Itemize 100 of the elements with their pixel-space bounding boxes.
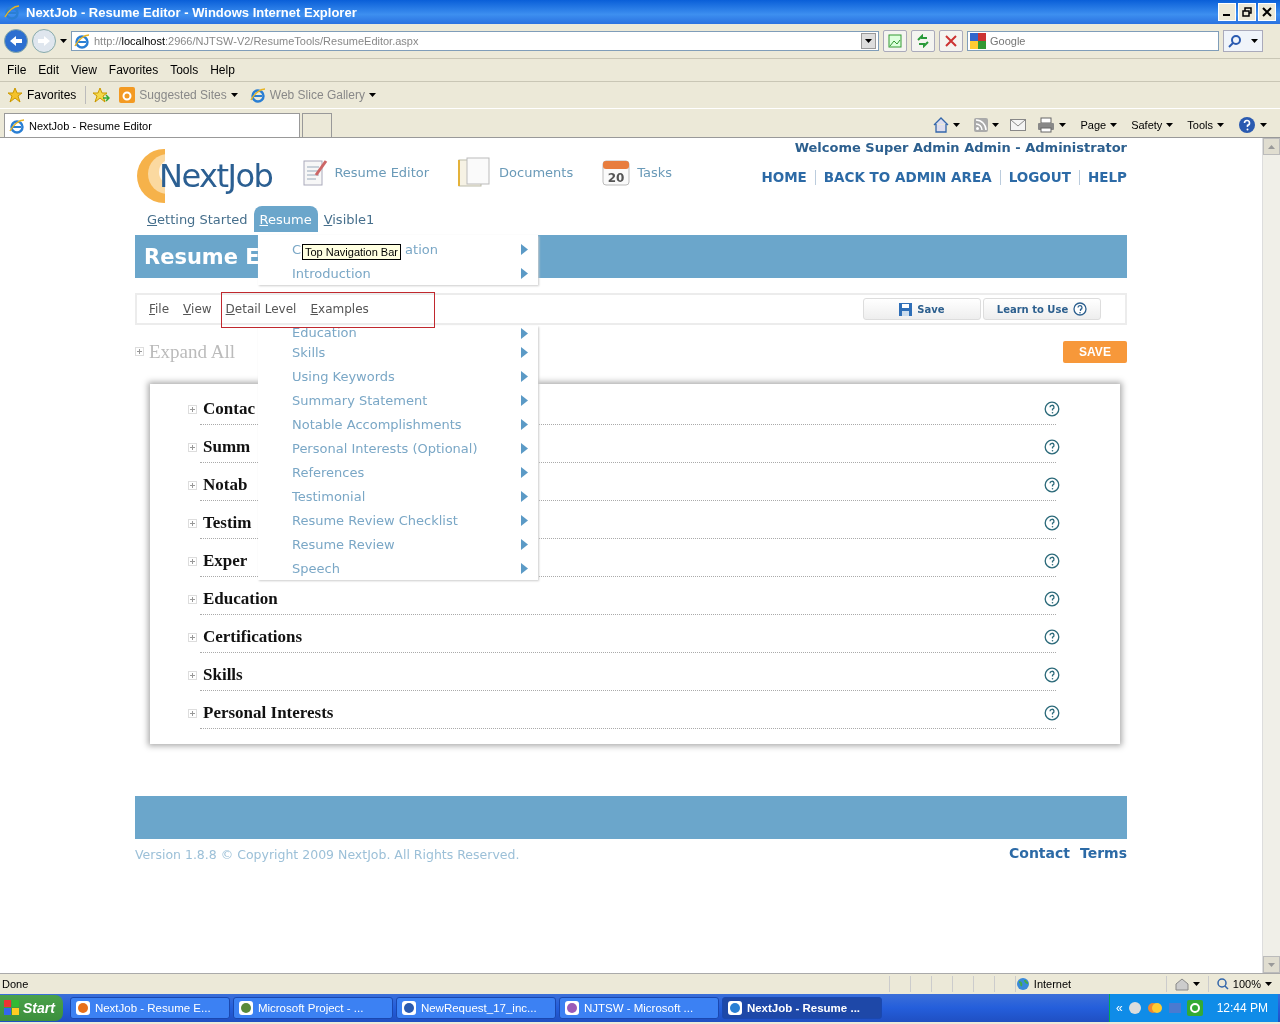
app-icon	[400, 1000, 417, 1016]
minimize-button[interactable]	[1218, 3, 1236, 21]
tab-icon	[9, 117, 25, 134]
command-menu[interactable]: Page	[1077, 119, 1121, 131]
menu-item[interactable]: View	[67, 63, 105, 77]
section-title[interactable]: Notab	[203, 475, 248, 495]
caret-icon[interactable]	[1166, 123, 1174, 127]
menu-item[interactable]: Help	[206, 63, 243, 77]
caret-icon[interactable]	[1217, 123, 1224, 127]
tray-app-icon[interactable]	[1126, 1000, 1143, 1016]
taskbar-button[interactable]: NewRequest_17_inc...	[395, 997, 556, 1019]
caret-icon[interactable]	[1260, 123, 1267, 127]
module-link[interactable]: 20 Tasks	[601, 157, 673, 187]
module-link[interactable]: Documents	[457, 157, 574, 187]
favorites-button[interactable]: Favorites	[4, 87, 80, 103]
section-title[interactable]: Testim	[203, 513, 252, 533]
stop-button[interactable]	[939, 30, 963, 52]
rss-icon	[974, 118, 989, 132]
mail-icon[interactable]	[1010, 119, 1027, 131]
caret-icon[interactable]	[953, 123, 961, 127]
caret-icon[interactable]	[1110, 123, 1118, 127]
caret-icon[interactable]	[1192, 982, 1200, 986]
favorites-link[interactable]: Suggested Sites	[116, 87, 241, 103]
help-icon[interactable]	[1044, 705, 1060, 721]
toolbar-menu-item[interactable]: Detail Level	[225, 302, 306, 316]
module-link[interactable]: Resume Editor	[302, 157, 430, 187]
welcome-text: Welcome Super Admin Admin - Administrator	[794, 140, 1127, 155]
submenu-arrow-icon	[521, 514, 528, 526]
top-link[interactable]: LOGOUT	[1000, 169, 1079, 185]
caret-icon[interactable]	[1250, 39, 1258, 43]
submenu-arrow-icon	[521, 418, 528, 430]
toolbar-button[interactable]: Save	[863, 298, 981, 320]
footer-link[interactable]: Contact	[1009, 845, 1070, 862]
section-title[interactable]: Summ	[203, 437, 251, 457]
caret-icon[interactable]	[1059, 123, 1067, 127]
refresh-button[interactable]	[911, 30, 935, 52]
top-link[interactable]: HELP	[1079, 169, 1127, 185]
close-button[interactable]	[1258, 3, 1276, 21]
nav-tab[interactable]: Getting Started	[141, 206, 254, 232]
top-link[interactable]: BACK TO ADMIN AREA	[815, 169, 1000, 185]
caret-icon[interactable]	[992, 123, 1000, 127]
nav-tab[interactable]: Visible1	[317, 206, 381, 232]
page-icon	[74, 33, 90, 49]
taskbar-button[interactable]: Microsoft Project - ...	[232, 997, 393, 1019]
section-title[interactable]: Certifications	[203, 627, 303, 647]
help-icon[interactable]	[1044, 553, 1060, 569]
url-text: http://localhost:2966/NJTSW-V2/ResumeTools/ResumeEditor.aspx	[94, 35, 419, 47]
caret-icon[interactable]	[368, 93, 376, 97]
submenu-arrow-icon	[521, 327, 528, 339]
toolbar-menu-item[interactable]: Examples	[310, 302, 378, 316]
expand-icon[interactable]	[135, 347, 144, 356]
taskbar-button[interactable]: NextJob - Resume E...	[69, 997, 230, 1019]
back-button[interactable]	[4, 29, 28, 53]
favorites-link[interactable]: Web Slice Gallery	[246, 87, 379, 103]
menu-item[interactable]: Edit	[34, 63, 68, 77]
menu-item[interactable]: Tools	[166, 63, 207, 77]
submenu-arrow-icon	[521, 370, 528, 382]
address-dropdown[interactable]	[861, 33, 876, 49]
toolbar-menu-item[interactable]: File	[149, 302, 179, 316]
help-icon[interactable]	[1044, 629, 1060, 645]
zone-text: Internet	[1033, 978, 1072, 990]
command-menu[interactable]: Tools	[1184, 119, 1227, 131]
zoom-button[interactable]: 100%	[1207, 976, 1280, 992]
menu-item[interactable]: Favorites	[104, 63, 167, 77]
tray-app-icon[interactable]	[1186, 1000, 1203, 1016]
top-link[interactable]: HOME	[753, 169, 815, 185]
help-icon[interactable]	[1044, 401, 1060, 417]
search-box[interactable]: Google	[967, 31, 1219, 51]
toolbar-button[interactable]: Learn to Use	[983, 298, 1101, 320]
back-arrow-icon	[9, 35, 23, 47]
address-field[interactable]: http://localhost:2966/NJTSW-V2/ResumeTools/ResumeEditor.aspx	[71, 31, 879, 51]
browser-tab[interactable]: NextJob - Resume Editor	[4, 113, 300, 137]
taskbar-button[interactable]: NJTSW - Microsoft ...	[558, 997, 719, 1019]
help-icon[interactable]	[1044, 439, 1060, 455]
section-title[interactable]: Contac	[203, 399, 255, 419]
caret-icon[interactable]	[60, 39, 67, 43]
help-icon[interactable]	[1044, 591, 1060, 607]
forward-arrow-icon	[37, 35, 51, 47]
show-hidden-icons-button[interactable]: «	[1115, 1001, 1123, 1015]
section-title[interactable]: Exper	[203, 551, 248, 571]
help-icon	[1073, 302, 1088, 316]
windows-flag-icon	[4, 1000, 20, 1016]
toolbar-menu-item[interactable]: View	[183, 302, 221, 316]
help-icon[interactable]	[1044, 477, 1060, 493]
start-button[interactable]: Start	[0, 995, 63, 1021]
help-icon[interactable]	[1044, 515, 1060, 531]
taskbar-button[interactable]: NextJob - Resume ...	[721, 997, 882, 1019]
command-menu[interactable]: Safety	[1128, 119, 1177, 131]
menu-item[interactable]: File	[3, 63, 35, 77]
search-button[interactable]	[1223, 30, 1263, 52]
restore-button[interactable]	[1238, 3, 1256, 21]
section-title[interactable]: Skills	[203, 665, 243, 685]
caret-icon[interactable]	[230, 93, 238, 97]
footer-link[interactable]: Terms	[1080, 845, 1127, 862]
home-icon	[933, 117, 950, 133]
help-icon[interactable]	[1044, 667, 1060, 683]
caret-icon[interactable]	[1265, 982, 1272, 986]
section-title[interactable]: Education	[203, 589, 278, 609]
caret-icon[interactable]	[865, 39, 872, 43]
section-title[interactable]: Personal Interests	[203, 703, 334, 723]
